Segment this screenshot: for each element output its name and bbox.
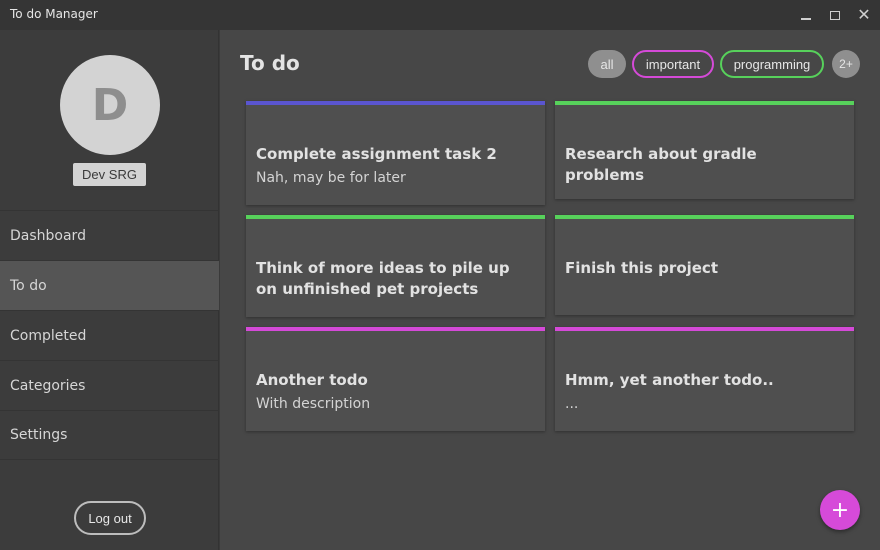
filter-chip-important[interactable]: important — [632, 50, 714, 78]
more-filters-button[interactable]: 2+ — [832, 50, 860, 78]
category-color-bar — [555, 101, 854, 105]
sidebar-item-label: Completed — [10, 327, 87, 344]
page-title: To do — [240, 51, 300, 75]
sidebar-item-label: Categories — [10, 377, 86, 394]
close-button[interactable]: ✕ — [853, 4, 875, 26]
maximize-icon — [830, 10, 840, 20]
sidebar-item-settings[interactable]: Settings — [0, 410, 219, 460]
category-color-bar — [246, 215, 545, 219]
sidebar-item-todo[interactable]: To do — [0, 260, 219, 310]
todo-card[interactable]: Hmm, yet another todo.. ... — [555, 327, 854, 431]
minimize-button[interactable] — [795, 4, 817, 26]
filter-chip-programming[interactable]: programming — [720, 50, 824, 78]
avatar[interactable]: D — [60, 55, 160, 155]
title-bar: To do Manager ✕ — [0, 0, 880, 30]
todo-card[interactable]: Complete assignment task 2 Nah, may be f… — [246, 101, 545, 205]
category-filters: all important programming 2+ — [588, 50, 860, 78]
todo-description: Nah, may be for later — [256, 170, 406, 186]
todo-card[interactable]: Another todo With description — [246, 327, 545, 431]
todo-title: Hmm, yet another todo.. — [565, 371, 774, 389]
todo-card[interactable]: Research about gradle problems — [555, 101, 854, 199]
close-icon: ✕ — [857, 5, 871, 24]
filter-chip-all[interactable]: all — [588, 50, 626, 78]
todo-title: Complete assignment task 2 — [256, 145, 497, 163]
category-color-bar — [555, 215, 854, 219]
category-color-bar — [246, 101, 545, 105]
main-content: To do all important programming 2+ Compl… — [220, 30, 880, 550]
sidebar-item-categories[interactable]: Categories — [0, 360, 219, 410]
add-todo-button[interactable]: + — [820, 490, 860, 530]
category-color-bar — [555, 327, 854, 331]
todo-card[interactable]: Think of more ideas to pile up on unfini… — [246, 215, 545, 317]
window-title: To do Manager — [10, 7, 98, 21]
maximize-button[interactable] — [824, 4, 846, 26]
todo-card[interactable]: Finish this project — [555, 215, 854, 315]
todo-title: Another todo — [256, 371, 368, 389]
todo-description: With description — [256, 396, 371, 412]
sidebar: D Dev SRG Dashboard To do Completed Cate… — [0, 30, 219, 550]
todo-title: Finish this project — [565, 259, 718, 277]
todo-title: Think of more ideas to pile up on unfini… — [256, 259, 510, 298]
username-badge: Dev SRG — [73, 163, 146, 186]
sidebar-nav: Dashboard To do Completed Categories Set… — [0, 210, 219, 460]
todo-title: Research about gradle problems — [565, 145, 757, 184]
minimize-icon — [801, 18, 811, 20]
todo-description: ... — [565, 396, 579, 412]
sidebar-item-label: Settings — [10, 427, 68, 443]
sidebar-item-label: Dashboard — [10, 227, 86, 244]
category-color-bar — [246, 327, 545, 331]
sidebar-item-dashboard[interactable]: Dashboard — [0, 210, 219, 260]
logout-button[interactable]: Log out — [74, 501, 146, 535]
sidebar-item-label: To do — [10, 277, 47, 294]
sidebar-item-completed[interactable]: Completed — [0, 310, 219, 360]
